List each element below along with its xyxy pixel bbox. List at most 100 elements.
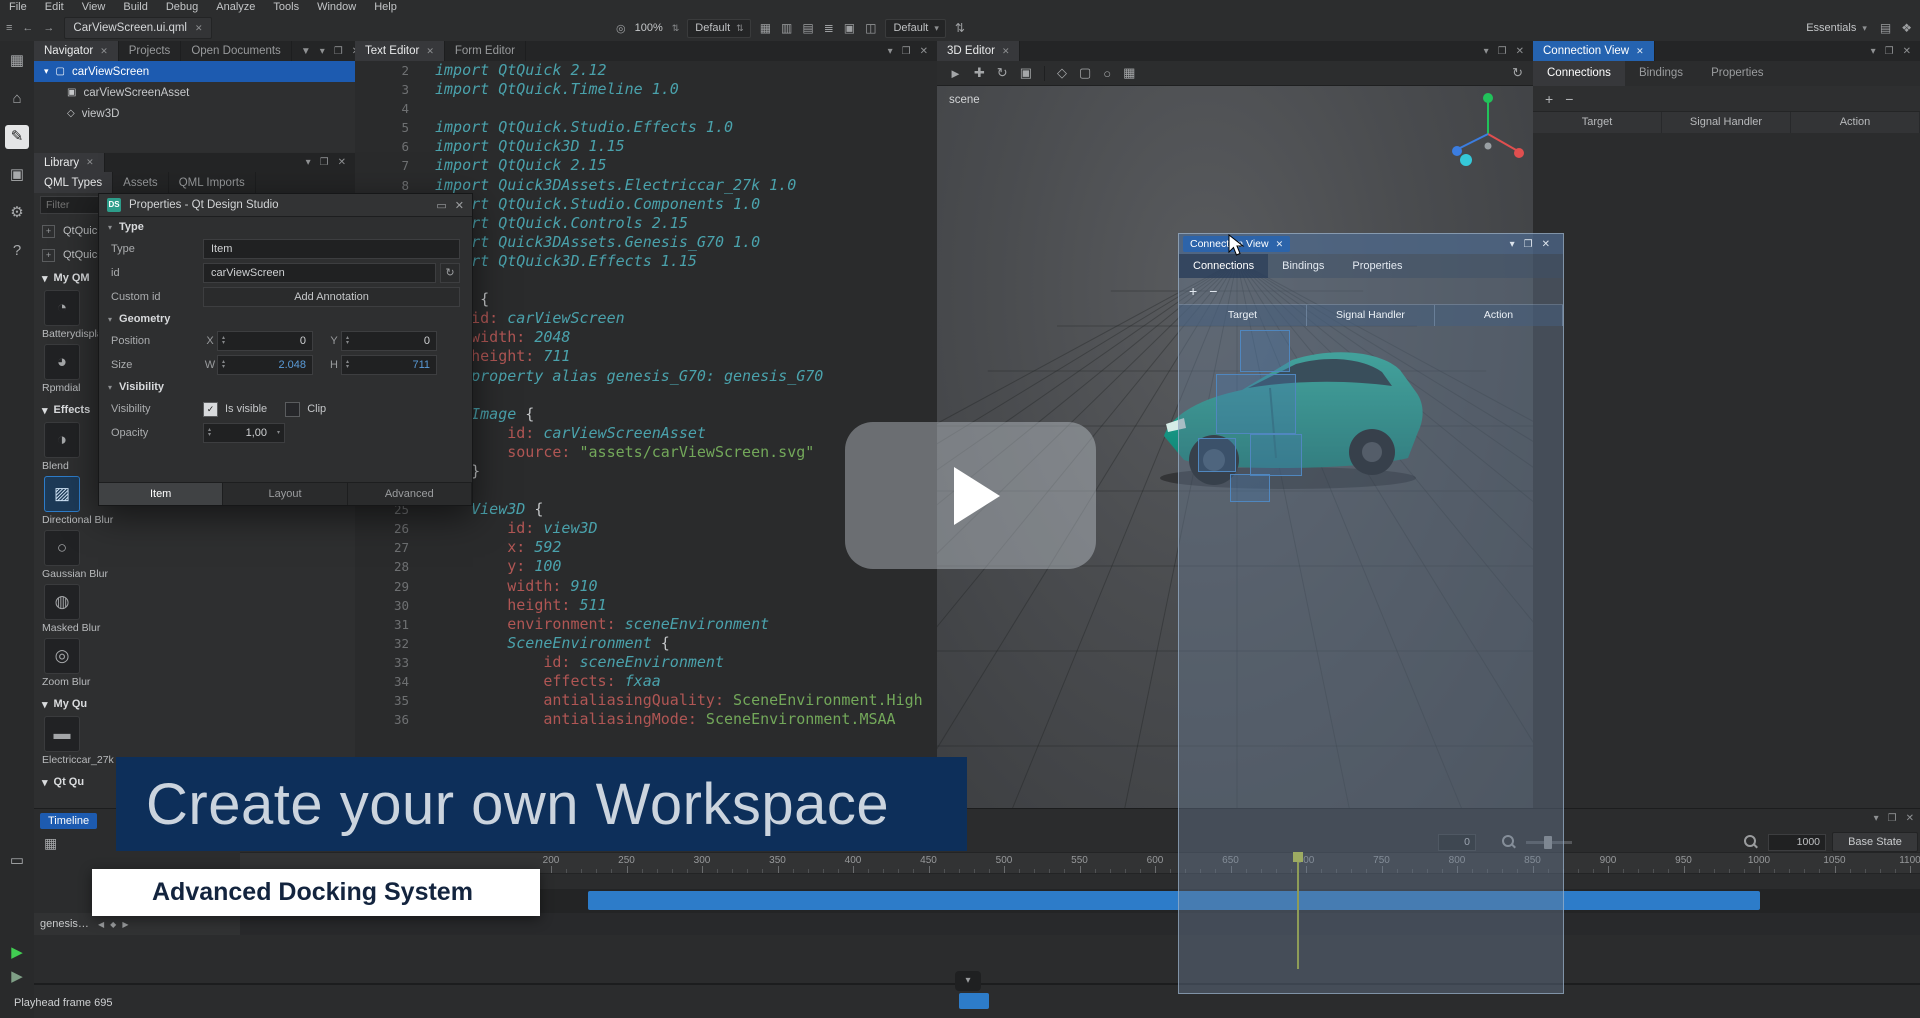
undock-icon[interactable]: ❐ bbox=[1885, 46, 1894, 57]
component-thumbnail[interactable]: ◑ bbox=[44, 422, 80, 458]
tab-properties[interactable]: Properties bbox=[1697, 61, 1777, 86]
columns-icon[interactable]: ▥ bbox=[781, 21, 792, 35]
clip-checkbox[interactable] bbox=[285, 402, 300, 417]
tab-qml-imports[interactable]: QML Imports bbox=[169, 172, 256, 193]
scale-tool-icon[interactable]: ▣ bbox=[1020, 65, 1032, 81]
base-state-button[interactable]: Base State bbox=[1832, 832, 1918, 852]
tab-3d-editor[interactable]: 3D Editor ✕ bbox=[937, 41, 1020, 61]
feedback-icon[interactable]: ❖ bbox=[1901, 21, 1912, 35]
library-item[interactable]: ○Gaussian Blur bbox=[44, 530, 355, 580]
axis-gizmo[interactable] bbox=[1448, 90, 1532, 174]
caret-down-icon[interactable]: ▾ bbox=[108, 315, 112, 324]
close-icon[interactable]: ✕ bbox=[1002, 46, 1010, 57]
props-tab-item[interactable]: Item bbox=[99, 483, 223, 505]
help-icon[interactable]: ? bbox=[5, 239, 29, 263]
opacity-spinbox[interactable]: ▴▾1,00▾ bbox=[203, 423, 285, 443]
tab-qml-types[interactable]: QML Types bbox=[34, 172, 113, 193]
tab-form-editor[interactable]: Form Editor bbox=[445, 41, 526, 61]
code-line[interactable]: 7import QtQuick 2.15 bbox=[355, 156, 937, 175]
code-line[interactable]: 3import QtQuick.Timeline 1.0 bbox=[355, 80, 937, 99]
type-field[interactable]: Item bbox=[203, 239, 460, 259]
close-icon[interactable]: ✕ bbox=[338, 157, 346, 168]
video-play-button[interactable] bbox=[845, 422, 1096, 569]
column-signal-handler[interactable]: Signal Handler bbox=[1662, 112, 1791, 133]
timeline-end-frame-field[interactable]: 1000 bbox=[1768, 834, 1826, 851]
close-icon[interactable]: ✕ bbox=[1636, 46, 1644, 57]
tab-connections[interactable]: Connections bbox=[1179, 254, 1268, 278]
caret-down-icon[interactable]: ▾ bbox=[44, 66, 49, 77]
menu-edit[interactable]: Edit bbox=[36, 0, 73, 15]
tab-navigator[interactable]: Navigator ✕ bbox=[34, 41, 119, 61]
code-line[interactable]: 2import QtQuick 2.12 bbox=[355, 61, 937, 80]
run-debug-icon[interactable]: ▶ bbox=[5, 965, 29, 989]
props-tab-layout[interactable]: Layout bbox=[223, 483, 347, 505]
id-field[interactable]: carViewScreen bbox=[203, 263, 436, 283]
code-line[interactable]: 34 effects: fxaa bbox=[355, 672, 937, 691]
zoom-stepper-icon[interactable]: ⇅ bbox=[672, 23, 679, 34]
library-section-header[interactable]: ▾My Qu bbox=[42, 696, 355, 712]
caret-down-icon[interactable]: ▾ bbox=[108, 223, 112, 232]
floating-connection-view[interactable]: Connection View ✕ ▾ ❐ ✕ Connections Bind… bbox=[1178, 233, 1564, 994]
code-line[interactable]: 4 bbox=[355, 99, 937, 118]
close-icon[interactable]: ✕ bbox=[1542, 239, 1550, 250]
design-mode-icon[interactable]: ▣ bbox=[5, 163, 29, 187]
zoom-level[interactable]: 100% bbox=[635, 22, 663, 34]
code-line[interactable]: 35 antialiasingQuality: SceneEnvironment… bbox=[355, 691, 937, 710]
zoom-target-icon[interactable]: ◎ bbox=[616, 22, 626, 35]
close-icon[interactable]: ✕ bbox=[455, 199, 464, 212]
timeline-selector[interactable]: Timeline bbox=[40, 813, 97, 829]
tab-connections[interactable]: Connections bbox=[1533, 61, 1625, 86]
plus-icon[interactable]: + bbox=[42, 249, 55, 262]
undock-icon[interactable]: ❐ bbox=[902, 46, 911, 57]
close-icon[interactable]: ✕ bbox=[1276, 239, 1284, 250]
stepper-icon[interactable]: ⇅ bbox=[736, 23, 743, 34]
tab-library[interactable]: Library ✕ bbox=[34, 153, 105, 172]
track-lane[interactable] bbox=[240, 913, 1920, 935]
welcome-icon[interactable]: ⌂ bbox=[5, 87, 29, 111]
tab-open-documents[interactable]: Open Documents bbox=[181, 41, 292, 61]
plus-icon[interactable]: + bbox=[42, 225, 55, 238]
chevron-down-icon[interactable]: ▾ bbox=[888, 46, 893, 57]
component-thumbnail[interactable]: ▨ bbox=[44, 476, 80, 512]
chevron-down-icon[interactable]: ▾ bbox=[934, 23, 938, 34]
undock-icon[interactable]: ❐ bbox=[334, 46, 343, 57]
library-item[interactable]: ◍Masked Blur bbox=[44, 584, 355, 634]
props-tab-advanced[interactable]: Advanced bbox=[348, 483, 472, 505]
add-connection-button[interactable]: + bbox=[1189, 283, 1197, 299]
menu-analyze[interactable]: Analyze bbox=[207, 0, 264, 15]
code-line[interactable]: 33 id: sceneEnvironment bbox=[355, 653, 937, 672]
camera-icon[interactable]: ▢ bbox=[1079, 65, 1091, 81]
menu-window[interactable]: Window bbox=[308, 0, 365, 15]
menu-tools[interactable]: Tools bbox=[264, 0, 308, 15]
chevron-down-icon[interactable]: ▾ bbox=[320, 46, 325, 57]
tab-bindings[interactable]: Bindings bbox=[1625, 61, 1697, 86]
chevron-down-icon[interactable]: ▾ bbox=[1874, 813, 1879, 824]
dialog-titlebar[interactable]: DS Properties - Qt Design Studio ▭ ✕ bbox=[99, 194, 472, 217]
timeline-duration-bar[interactable] bbox=[588, 891, 1760, 910]
tree-row-carviewscreenasset[interactable]: ▣ carViewScreenAsset bbox=[34, 82, 355, 103]
style-selector[interactable]: Default ⇅ bbox=[687, 19, 750, 38]
column-action[interactable]: Action bbox=[1791, 112, 1920, 133]
close-icon[interactable]: ✕ bbox=[1516, 46, 1524, 57]
tree-row-carviewscreen[interactable]: ▾ ▢ carViewScreen bbox=[34, 61, 355, 82]
track-label-row[interactable]: genesis_G70 ◀ ◆ ▶ bbox=[34, 913, 240, 935]
next-keyframe-icon[interactable]: ▶ bbox=[122, 920, 128, 929]
code-line[interactable]: 8import Quick3DAssets.Electriccar_27k 1.… bbox=[355, 176, 937, 195]
prev-keyframe-icon[interactable]: ◀ bbox=[98, 920, 104, 929]
component-thumbnail[interactable]: ◍ bbox=[44, 584, 80, 620]
code-line[interactable]: 30 height: 511 bbox=[355, 596, 937, 615]
close-icon[interactable]: ✕ bbox=[100, 46, 108, 57]
menu-help[interactable]: Help bbox=[365, 0, 406, 15]
workspace-selector[interactable]: Essentials ▾ bbox=[1806, 22, 1866, 34]
timeline-grid-icon[interactable]: ▦ bbox=[44, 835, 57, 852]
tools-icon[interactable]: ⚙ bbox=[5, 201, 29, 225]
component-thumbnail[interactable]: ▬ bbox=[44, 716, 80, 752]
tab-assets[interactable]: Assets bbox=[113, 172, 169, 193]
y-spinbox[interactable]: ▴▾0 bbox=[341, 331, 437, 351]
menu-build[interactable]: Build bbox=[114, 0, 156, 15]
component-thumbnail[interactable]: ◎ bbox=[44, 638, 80, 674]
reset-view-icon[interactable]: ↻ bbox=[1512, 65, 1523, 81]
undock-icon[interactable]: ❐ bbox=[1498, 46, 1507, 57]
code-line[interactable]: 31 environment: sceneEnvironment bbox=[355, 615, 937, 634]
connection-table-body[interactable] bbox=[1533, 133, 1920, 808]
